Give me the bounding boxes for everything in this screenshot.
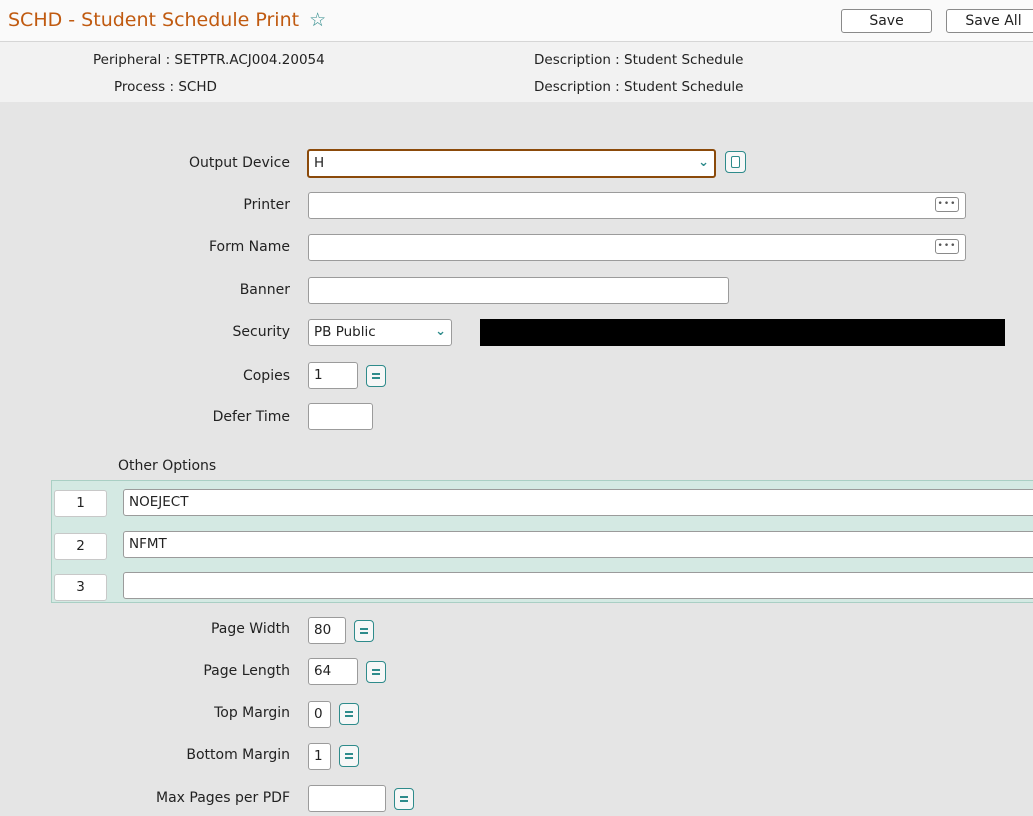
- peripheral-text: Peripheral : SETPTR.ACJ004.20054: [93, 52, 325, 68]
- save-all-button[interactable]: Save All: [946, 9, 1033, 33]
- row-number: 2: [54, 533, 107, 560]
- row-number: 3: [54, 574, 107, 601]
- header-bar: SCHD - Student Schedule Print ☆ Save Sav…: [0, 0, 1033, 42]
- other-option-input-3[interactable]: [123, 572, 1033, 599]
- process-text: Process : SCHD: [114, 79, 217, 95]
- bottom-margin-label: Bottom Margin: [186, 747, 290, 763]
- equals-icon[interactable]: [394, 788, 414, 810]
- description-text-2: Description : Student Schedule: [534, 79, 744, 95]
- max-pages-input[interactable]: [308, 785, 386, 812]
- security-value: PB Public: [314, 324, 376, 340]
- top-margin-input[interactable]: 0: [308, 701, 331, 728]
- form-name-input[interactable]: •••: [308, 234, 966, 261]
- defer-time-label: Defer Time: [212, 409, 290, 425]
- other-option-input-1[interactable]: NOEJECT: [123, 489, 1033, 516]
- output-device-value: H: [314, 155, 325, 171]
- redacted-field: [480, 319, 1005, 346]
- page-title: SCHD - Student Schedule Print ☆: [8, 9, 326, 31]
- security-label: Security: [232, 324, 291, 340]
- equals-icon[interactable]: [339, 745, 359, 767]
- copies-value: 1: [314, 367, 323, 383]
- defer-time-input[interactable]: [308, 403, 373, 430]
- ellipsis-icon[interactable]: •••: [935, 239, 959, 254]
- equals-icon[interactable]: [366, 365, 386, 387]
- page-width-input[interactable]: 80: [308, 617, 346, 644]
- ellipsis-icon[interactable]: •••: [935, 197, 959, 212]
- chevron-down-icon[interactable]: ⌄: [698, 155, 709, 170]
- page-width-label: Page Width: [210, 621, 290, 637]
- save-button[interactable]: Save: [841, 9, 932, 33]
- page-length-value: 64: [314, 663, 332, 679]
- other-options-label: Other Options: [118, 458, 217, 474]
- chevron-down-icon[interactable]: ⌄: [435, 324, 446, 339]
- equals-icon[interactable]: [366, 661, 386, 683]
- equals-icon[interactable]: [339, 703, 359, 725]
- other-option-input-2[interactable]: NFMT: [123, 531, 1033, 558]
- description-text-1: Description : Student Schedule: [534, 52, 744, 68]
- output-device-label: Output Device: [189, 155, 290, 171]
- output-device-select[interactable]: H ⌄: [307, 149, 716, 178]
- copies-input[interactable]: 1: [308, 362, 358, 389]
- page-length-label: Page Length: [203, 663, 290, 679]
- form-name-label: Form Name: [208, 239, 290, 255]
- banner-label: Banner: [239, 282, 290, 298]
- row-number: 1: [54, 490, 107, 517]
- top-margin-value: 0: [314, 706, 323, 722]
- equals-icon[interactable]: [354, 620, 374, 642]
- copies-label: Copies: [242, 368, 290, 384]
- page-title-text: SCHD - Student Schedule Print: [8, 9, 300, 31]
- max-pages-label: Max Pages per PDF: [155, 790, 290, 806]
- document-icon[interactable]: [725, 151, 746, 173]
- printer-input[interactable]: •••: [308, 192, 966, 219]
- printer-label: Printer: [243, 197, 290, 213]
- top-margin-label: Top Margin: [214, 705, 290, 721]
- bottom-margin-value: 1: [314, 748, 323, 764]
- page-length-input[interactable]: 64: [308, 658, 358, 685]
- info-panel: Peripheral : SETPTR.ACJ004.20054 Process…: [0, 42, 1033, 102]
- star-outline-icon[interactable]: ☆: [309, 9, 326, 31]
- bottom-margin-input[interactable]: 1: [308, 743, 331, 770]
- page-width-value: 80: [314, 622, 332, 638]
- security-select[interactable]: PB Public ⌄: [308, 319, 452, 346]
- banner-input[interactable]: [308, 277, 729, 304]
